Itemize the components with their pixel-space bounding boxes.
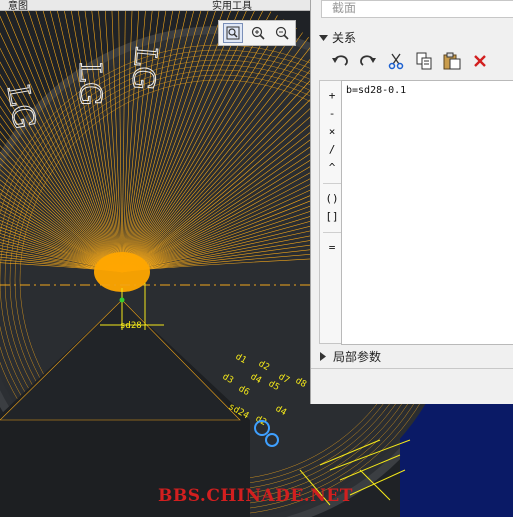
section-header-field[interactable]: 截面 [321,0,513,18]
engraved-label-2: LG [72,62,107,106]
cut-icon[interactable] [385,50,407,72]
relations-editor[interactable]: b=sd28-0.1 [341,80,513,345]
zoom-out-icon[interactable] [273,24,291,42]
paste-icon[interactable] [441,50,463,72]
redo-icon[interactable] [357,50,379,72]
zoom-fit-icon[interactable] [223,23,243,43]
view-toolbar [218,20,296,46]
relations-toolbar [325,48,513,74]
local-params-toggle[interactable]: 局部参数 [319,348,381,365]
copy-icon[interactable] [413,50,435,72]
operator-separator [323,183,341,184]
zoom-in-icon[interactable] [249,24,267,42]
local-params-label: 局部参数 [333,350,382,364]
operator-separator [323,232,341,233]
relations-section-title: 关系 [332,31,357,45]
center-glow [94,252,150,292]
engraved-label-3: LG [124,45,163,92]
ribbon-label-intent[interactable]: 意图 [8,0,28,10]
delete-icon[interactable] [469,50,491,72]
chevron-down-icon [319,35,328,41]
panel-divider [311,368,513,369]
engraved-label-1: LG [0,82,42,131]
undo-icon[interactable] [329,50,351,72]
dimension-sd28[interactable]: sd28 [120,321,142,331]
watermark: BBS.CHINADE.NET [158,486,353,506]
ribbon-label-utilities[interactable]: 实用工具 [212,0,252,10]
relations-panel: 截面 关系 + - × / ^ () [] = b=sd28-0.1 局部参数 [310,0,513,404]
ribbon-strip: 意图 实用工具 [0,0,310,11]
chevron-right-icon [320,352,326,361]
relations-section-toggle[interactable]: 关系 [319,29,356,46]
